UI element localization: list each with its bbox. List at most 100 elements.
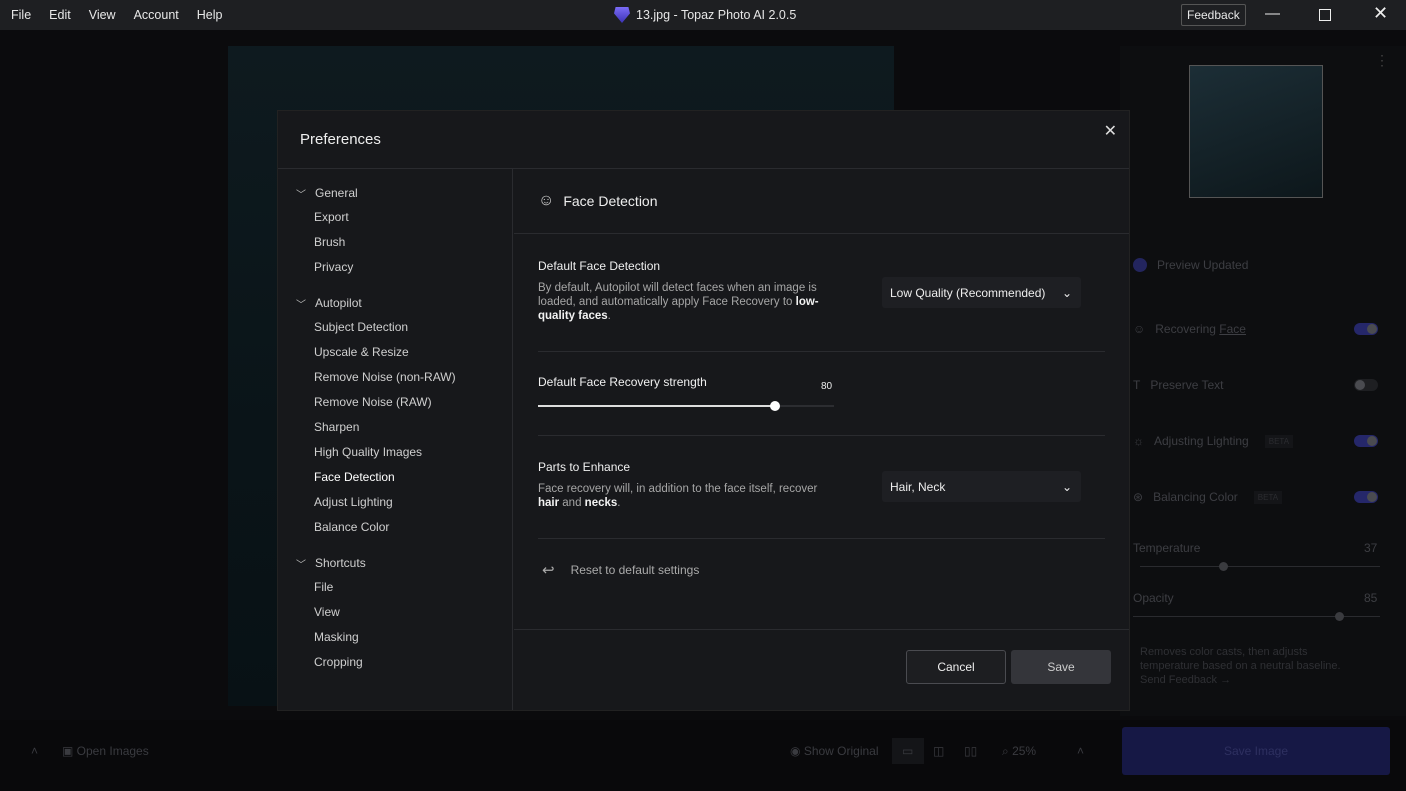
sidebar-item-remove-noise-non-raw[interactable]: Remove Noise (non-RAW)	[278, 365, 512, 390]
sidebar-item-upscale-resize[interactable]: Upscale & Resize	[278, 340, 512, 365]
chevron-down-icon: ⌄	[1061, 479, 1072, 494]
opacity-knob[interactable]	[1335, 612, 1344, 621]
group-shortcuts[interactable]: ﹀ Shortcuts	[278, 551, 512, 575]
divider	[538, 351, 1105, 352]
chevron-down-icon: ⌄	[1061, 285, 1072, 300]
sidebar-item-brush[interactable]: Brush	[278, 230, 512, 255]
navigator-thumbnail[interactable]	[1189, 65, 1323, 198]
section-title: Face Detection	[563, 193, 658, 209]
sidebar-item-masking[interactable]: Masking	[278, 625, 512, 650]
split-view-icon[interactable]: ◫	[933, 744, 944, 758]
sidebar-item-adjust-lighting[interactable]: Adjust Lighting	[278, 490, 512, 515]
show-original-label: Show Original	[803, 744, 879, 758]
description-text: Removes color casts, then adjusts temper…	[1140, 646, 1341, 672]
sidebar-item-balance-color[interactable]: Balance Color	[278, 515, 512, 540]
save-button[interactable]: Save	[1011, 650, 1111, 684]
face-detection-dropdown[interactable]: Low Quality (Recommended) ⌄	[882, 277, 1081, 308]
dialog-footer: Cancel Save	[514, 629, 1129, 710]
group-general[interactable]: ﹀ General	[278, 181, 512, 205]
sidebar-item-face-detection[interactable]: Face Detection	[278, 465, 512, 490]
divider	[538, 538, 1105, 539]
chevron-down-icon: ﹀	[296, 299, 306, 311]
sidebar-item-remove-noise-raw[interactable]: Remove Noise (RAW)	[278, 390, 512, 415]
row-label: Preserve Text	[1150, 378, 1224, 392]
desc-text: By default, Autopilot will detect faces …	[538, 282, 817, 308]
zoom-button[interactable]: ⌕ 25%	[1002, 744, 1036, 759]
cancel-button[interactable]: Cancel	[906, 650, 1006, 684]
strength-slider-knob[interactable]	[769, 401, 780, 411]
save-image-button[interactable]: Save Image	[1122, 727, 1390, 775]
sun-icon: ☼	[1133, 434, 1144, 448]
color-circles-icon: ⊛	[1133, 490, 1144, 504]
minimize-icon[interactable]: —	[1265, 5, 1280, 22]
maximize-icon[interactable]	[1319, 9, 1331, 21]
balance-color-row[interactable]: ⊛ Balancing Color BETA	[1133, 490, 1283, 504]
close-icon[interactable]: ✕	[1104, 121, 1117, 141]
temperature-slider[interactable]	[1140, 566, 1380, 567]
parts-dropdown[interactable]: Hair, Neck ⌄	[882, 471, 1081, 502]
send-feedback-link[interactable]: Send Feedback →	[1140, 674, 1231, 686]
strength-value: 80	[821, 381, 833, 392]
setting-description: By default, Autopilot will detect faces …	[538, 281, 833, 323]
setting-title: Default Face Detection	[538, 259, 661, 273]
temperature-knob[interactable]	[1219, 562, 1228, 571]
preferences-sidebar: ﹀ General Export Brush Privacy ﹀ Autopilot…	[278, 169, 513, 710]
preview-status: Preview Updated	[1133, 258, 1248, 272]
desc-text: .	[607, 310, 611, 322]
sidebar-item-sharpen[interactable]: Sharpen	[278, 415, 512, 440]
menu-file[interactable]: File	[2, 8, 40, 22]
sidebar-item-export[interactable]: Export	[278, 205, 512, 230]
group-label: Shortcuts	[315, 556, 366, 570]
sidebar-item-subject-detection[interactable]: Subject Detection	[278, 315, 512, 340]
chevron-up-icon[interactable]: ˄	[31, 744, 38, 758]
setting-description: Face recovery will, in addition to the f…	[538, 482, 833, 510]
sidebar-item-privacy[interactable]: Privacy	[278, 255, 512, 280]
recover-face-row[interactable]: ☺ Recovering Face	[1133, 322, 1246, 336]
more-options-icon[interactable]: ⋮	[1375, 52, 1389, 69]
face-icon: ☺	[538, 192, 555, 209]
row-label: Balancing Color	[1153, 490, 1238, 504]
sidebar-item-high-quality-images[interactable]: High Quality Images	[278, 440, 512, 465]
chevron-up-icon[interactable]: ˄	[1077, 744, 1084, 758]
feedback-button[interactable]: Feedback	[1181, 4, 1246, 26]
adjust-lighting-toggle[interactable]	[1354, 435, 1378, 447]
sidebar-item-file[interactable]: File	[278, 575, 512, 600]
opacity-value: 85	[1364, 591, 1378, 605]
chevron-down-icon: ﹀	[296, 559, 306, 571]
open-images-button[interactable]: ▣ Open Images	[62, 744, 149, 758]
close-window-icon[interactable]: ✕	[1373, 3, 1388, 24]
face-link[interactable]: Face	[1219, 322, 1246, 336]
check-icon	[1133, 258, 1147, 272]
reset-label: Reset to default settings	[570, 563, 700, 577]
desc-bold: necks	[584, 497, 618, 509]
beta-badge: BETA	[1264, 434, 1294, 448]
sidebar-item-view[interactable]: View	[278, 600, 512, 625]
strength-slider[interactable]	[538, 401, 834, 411]
group-autopilot[interactable]: ﹀ Autopilot	[278, 291, 512, 315]
dialog-title: Preferences	[278, 111, 1129, 169]
section-header: ☺ Face Detection	[514, 169, 1129, 234]
group-label: General	[315, 186, 358, 200]
preserve-text-row[interactable]: T Preserve Text	[1133, 378, 1224, 392]
zoom-value: 25%	[1012, 744, 1037, 758]
menu-help[interactable]: Help	[188, 8, 232, 22]
desc-bold: hair	[538, 497, 560, 509]
show-original-button[interactable]: ◉ Show Original	[790, 744, 879, 758]
temperature-value: 37	[1364, 541, 1378, 555]
strength-slider-fill	[538, 405, 775, 407]
menu-edit[interactable]: Edit	[40, 8, 80, 22]
reset-defaults-button[interactable]: ↩ Reset to default settings	[542, 561, 699, 579]
open-images-label: Open Images	[76, 744, 149, 758]
temperature-label: Temperature	[1133, 541, 1201, 555]
adjust-lighting-row[interactable]: ☼ Adjusting Lighting BETA	[1133, 434, 1294, 448]
balance-color-toggle[interactable]	[1354, 491, 1378, 503]
side-by-side-icon[interactable]: ▯▯	[964, 744, 977, 758]
dropdown-value: Hair, Neck	[890, 479, 946, 494]
preserve-text-toggle[interactable]	[1354, 379, 1378, 391]
group-label: Autopilot	[315, 296, 362, 310]
menu-account[interactable]: Account	[125, 8, 188, 22]
recover-face-toggle[interactable]	[1354, 323, 1378, 335]
sidebar-item-cropping[interactable]: Cropping	[278, 650, 512, 675]
menu-view[interactable]: View	[80, 8, 125, 22]
desc-text: Face recovery will, in addition to the f…	[538, 483, 818, 495]
